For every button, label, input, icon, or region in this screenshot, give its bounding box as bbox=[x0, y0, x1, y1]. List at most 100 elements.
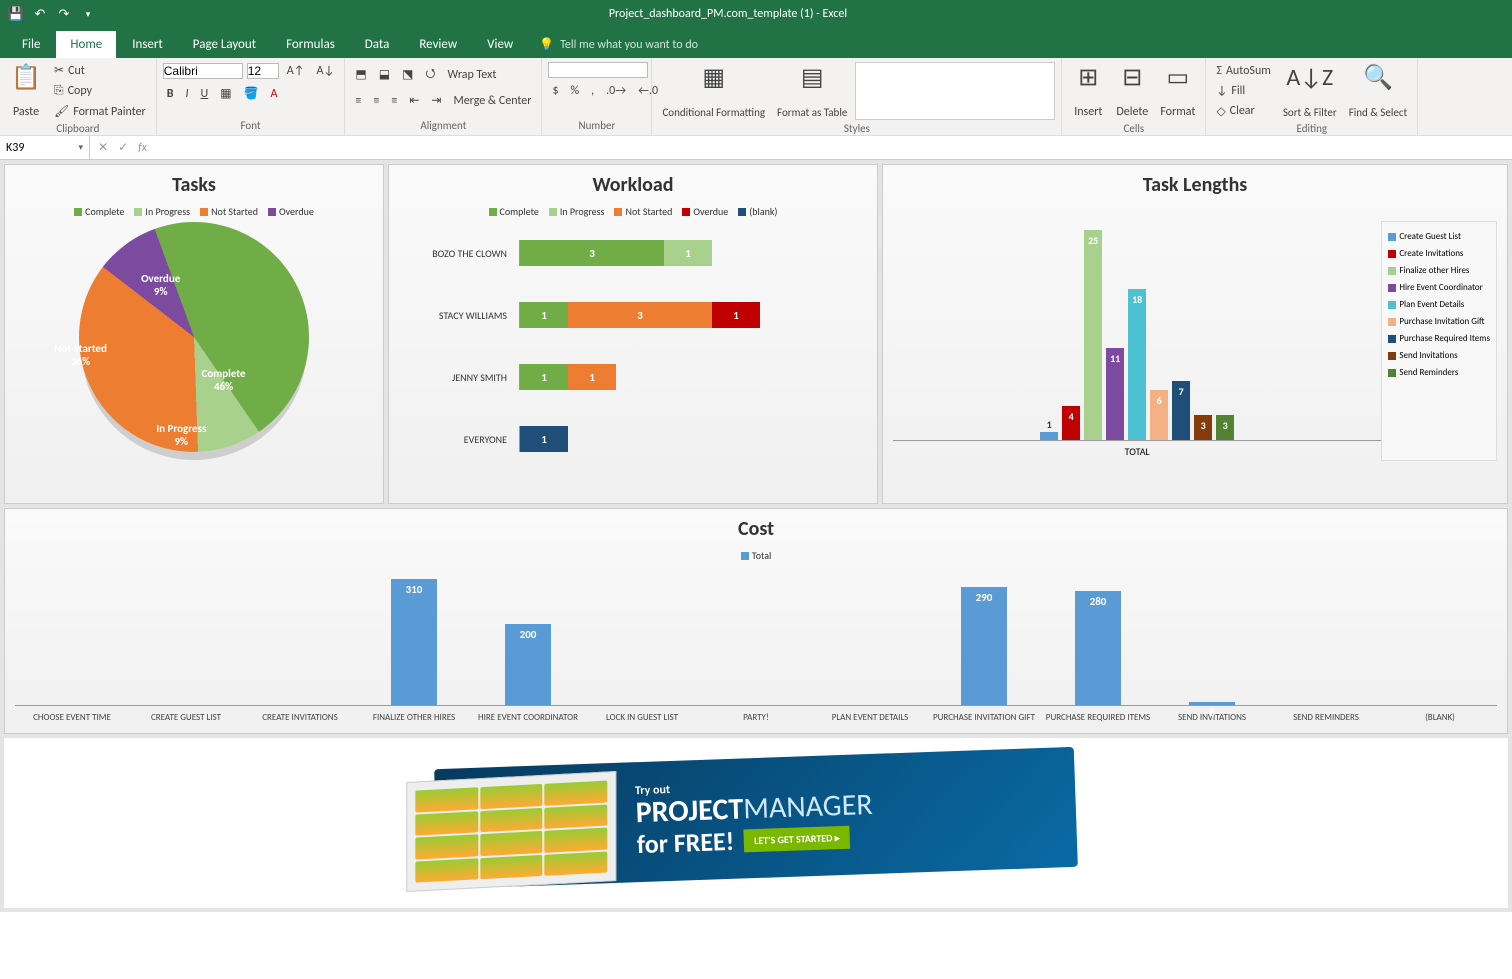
dashboard-area: Tasks CompleteIn ProgressNot StartedOver… bbox=[0, 160, 1512, 912]
task-lengths-panel[interactable]: Task Lengths 142511186733TOTAL Create Gu… bbox=[882, 164, 1508, 504]
paste-button[interactable]: 📋Paste bbox=[6, 61, 46, 121]
tab-data[interactable]: Data bbox=[351, 31, 404, 58]
format-cells-icon: ▭ bbox=[1167, 63, 1190, 92]
group-label-editing: Editing bbox=[1212, 120, 1411, 138]
tab-formulas[interactable]: Formulas bbox=[272, 31, 349, 58]
increase-decimal-icon[interactable]: .0→ bbox=[602, 82, 630, 100]
align-right-icon[interactable]: ≡ bbox=[387, 92, 401, 110]
redo-icon[interactable]: ↷ bbox=[56, 6, 72, 22]
cost-columns: 3102002902808 bbox=[15, 566, 1497, 706]
decrease-indent-icon[interactable]: ⇤ bbox=[405, 91, 423, 110]
banner-screenshot-mock bbox=[406, 771, 616, 892]
tasks-chart-panel[interactable]: Tasks CompleteIn ProgressNot StartedOver… bbox=[4, 164, 384, 504]
name-box[interactable]: K39▾ bbox=[0, 136, 90, 159]
tab-insert[interactable]: Insert bbox=[118, 31, 177, 58]
promo-banner[interactable]: Try out PROJECTMANAGER for FREE!LET'S GE… bbox=[434, 747, 1078, 889]
clear-button[interactable]: ◇Clear bbox=[1212, 102, 1274, 121]
workload-chart-panel[interactable]: Workload CompleteIn ProgressNot StartedO… bbox=[388, 164, 878, 504]
tasks-chart-title: Tasks bbox=[5, 165, 383, 201]
cut-button[interactable]: ✂Cut bbox=[50, 61, 150, 80]
fill-down-icon: ↓ bbox=[1216, 84, 1227, 98]
cond-format-icon: ▦ bbox=[702, 63, 725, 92]
workload-chart-title: Workload bbox=[389, 165, 877, 201]
delete-cells-icon: ⊟ bbox=[1122, 63, 1142, 92]
cost-chart-panel[interactable]: Cost Total 3102002902808 CHOOSE EVENT TI… bbox=[4, 508, 1508, 734]
insert-button[interactable]: ⊞Insert bbox=[1068, 61, 1108, 121]
sigma-icon: Σ bbox=[1216, 64, 1222, 78]
undo-icon[interactable]: ↶ bbox=[32, 6, 48, 22]
workload-legend: CompleteIn ProgressNot StartedOverdue(bl… bbox=[389, 201, 877, 222]
autosum-button[interactable]: ΣAutoSum bbox=[1212, 62, 1274, 80]
bold-button[interactable]: B bbox=[163, 85, 178, 103]
font-size-select[interactable] bbox=[247, 63, 279, 79]
customize-qat-icon[interactable]: ▾ bbox=[80, 6, 96, 22]
orientation-icon[interactable]: ⭯ bbox=[421, 62, 439, 87]
format-painter-button[interactable]: 🖌Format Painter bbox=[50, 102, 150, 121]
brush-icon: 🖌 bbox=[54, 104, 69, 119]
eraser-icon: ◇ bbox=[1216, 104, 1225, 119]
task-lengths-legend: Create Guest ListCreate InvitationsFinal… bbox=[1381, 221, 1497, 461]
cancel-formula-icon[interactable]: ✕ bbox=[98, 140, 108, 155]
currency-icon[interactable]: $ bbox=[548, 82, 562, 100]
merge-center-button[interactable]: Merge & Center bbox=[449, 92, 535, 110]
group-label-alignment: Alignment bbox=[351, 117, 535, 135]
underline-button[interactable]: U bbox=[197, 85, 213, 103]
banner-cta-button[interactable]: LET'S GET STARTED ▸ bbox=[744, 825, 850, 852]
tasks-pie: Complete46%In Progress9%Not Started36%Ov… bbox=[5, 222, 383, 472]
align-middle-icon[interactable]: ⬓ bbox=[375, 65, 394, 84]
delete-button[interactable]: ⊟Delete bbox=[1112, 61, 1152, 121]
fx-icon[interactable]: fx bbox=[138, 141, 147, 155]
task-lengths-title: Task Lengths bbox=[883, 165, 1507, 201]
fill-button[interactable]: ↓Fill bbox=[1212, 82, 1274, 100]
align-center-icon[interactable]: ≡ bbox=[369, 92, 383, 110]
wrap-text-button[interactable]: Wrap Text bbox=[444, 66, 501, 84]
magnifier-icon: 🔍 bbox=[1363, 63, 1393, 92]
group-editing: ΣAutoSum ↓Fill ◇Clear A↓ZSort & Filter 🔍… bbox=[1206, 58, 1418, 135]
group-clipboard: 📋Paste ✂Cut ⎘Copy 🖌Format Painter Clipbo… bbox=[0, 58, 157, 135]
increase-indent-icon[interactable]: ⇥ bbox=[427, 91, 445, 110]
copy-button[interactable]: ⎘Copy bbox=[50, 82, 150, 100]
lightbulb-icon: 💡 bbox=[539, 37, 554, 52]
font-name-select[interactable] bbox=[163, 63, 243, 79]
group-styles: ▦Conditional Formatting ▤Format as Table… bbox=[652, 58, 1062, 135]
tab-page-layout[interactable]: Page Layout bbox=[179, 31, 270, 58]
italic-button[interactable]: I bbox=[181, 85, 192, 103]
align-bottom-icon[interactable]: ⬔ bbox=[398, 65, 417, 84]
table-icon: ▤ bbox=[801, 63, 824, 92]
percent-icon[interactable]: % bbox=[567, 82, 584, 100]
sort-filter-button[interactable]: A↓ZSort & Filter bbox=[1279, 61, 1341, 121]
task-lengths-columns: 142511186733TOTAL bbox=[893, 201, 1381, 441]
tab-view[interactable]: View bbox=[473, 31, 527, 58]
ribbon-tabs: File Home Insert Page Layout Formulas Da… bbox=[0, 28, 1512, 58]
cost-legend: Total bbox=[5, 545, 1507, 566]
conditional-formatting-button[interactable]: ▦Conditional Formatting bbox=[658, 61, 769, 121]
quick-access-toolbar: 💾 ↶ ↷ ▾ bbox=[0, 6, 104, 22]
group-font: A↑ A↓ B I U ▦ 🪣 A Font bbox=[157, 58, 346, 135]
align-top-icon[interactable]: ⬒ bbox=[351, 65, 370, 84]
cell-styles-gallery[interactable] bbox=[855, 62, 1055, 120]
fill-color-button[interactable]: 🪣 bbox=[240, 84, 263, 103]
tab-review[interactable]: Review bbox=[405, 31, 471, 58]
comma-icon[interactable]: , bbox=[587, 82, 598, 100]
format-as-table-button[interactable]: ▤Format as Table bbox=[773, 61, 851, 121]
formula-bar: K39▾ ✕ ✓ fx bbox=[0, 136, 1512, 160]
cost-x-labels: CHOOSE EVENT TIMECREATE GUEST LISTCREATE… bbox=[15, 706, 1497, 723]
number-format-select[interactable] bbox=[548, 62, 648, 78]
decrease-font-icon[interactable]: A↓ bbox=[313, 62, 339, 80]
paste-icon: 📋 bbox=[11, 63, 41, 92]
group-label-cells: Cells bbox=[1068, 120, 1199, 138]
save-icon[interactable]: 💾 bbox=[8, 6, 24, 22]
tab-file[interactable]: File bbox=[8, 31, 54, 58]
format-button[interactable]: ▭Format bbox=[1156, 61, 1199, 121]
increase-font-icon[interactable]: A↑ bbox=[283, 62, 309, 80]
tab-home[interactable]: Home bbox=[56, 31, 116, 58]
group-number: $ % , .0→ ←.0 Number bbox=[542, 58, 652, 135]
font-color-button[interactable]: A bbox=[267, 85, 282, 103]
border-button[interactable]: ▦ bbox=[216, 84, 235, 103]
align-left-icon[interactable]: ≡ bbox=[351, 92, 365, 110]
cost-chart-title: Cost bbox=[5, 509, 1507, 545]
banner-text: Try out PROJECTMANAGER for FREE!LET'S GE… bbox=[635, 776, 874, 860]
tell-me-search[interactable]: 💡Tell me what you want to do bbox=[529, 31, 708, 58]
find-select-button[interactable]: 🔍Find & Select bbox=[1345, 61, 1411, 121]
enter-formula-icon[interactable]: ✓ bbox=[118, 140, 128, 155]
